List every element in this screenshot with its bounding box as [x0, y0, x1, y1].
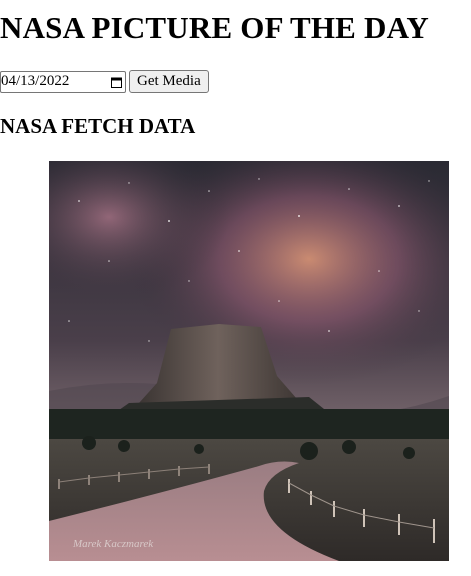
date-input[interactable]: 04/13/2022	[0, 70, 126, 93]
calendar-icon[interactable]	[111, 76, 122, 88]
date-input-value: 04/13/2022	[1, 73, 70, 89]
apod-image: Marek Kaczmarek	[49, 161, 449, 561]
page-title: NASA PICTURE OF THE DAY	[0, 10, 429, 45]
controls-row: 04/13/2022 Get Media	[0, 70, 209, 93]
section-heading: NASA FETCH DATA	[0, 114, 196, 138]
photo-watermark: Marek Kaczmarek	[72, 538, 154, 550]
get-media-button[interactable]: Get Media	[129, 70, 209, 93]
night-sky-tower-photo: Marek Kaczmarek	[49, 161, 449, 561]
